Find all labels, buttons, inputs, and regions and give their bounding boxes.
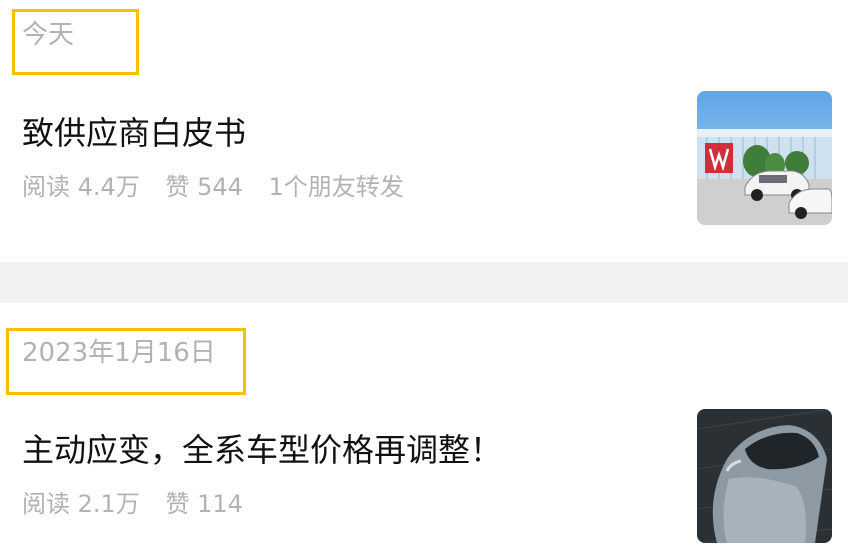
share-info: 1个朋友转发 bbox=[268, 173, 404, 201]
article-group-2023-01-16: 2023年1月16日 主动应变，全系车型价格再调整！ 阅读 2.1万 赞 114 bbox=[0, 303, 848, 558]
read-count: 阅读 2.1万 bbox=[22, 490, 140, 518]
thumbnail-image bbox=[697, 91, 832, 225]
article-meta: 阅读 2.1万 赞 114 bbox=[22, 489, 261, 519]
article-title[interactable]: 致供应商白皮书 bbox=[22, 113, 246, 153]
car-top-thumbnail[interactable] bbox=[697, 409, 832, 543]
section-divider bbox=[0, 262, 848, 303]
date-label: 今天 bbox=[22, 20, 75, 50]
article-meta: 阅读 4.4万 赞 544 1个朋友转发 bbox=[22, 172, 422, 202]
like-count: 赞 114 bbox=[165, 490, 243, 518]
article-group-today: 今天 致供应商白皮书 阅读 4.4万 赞 544 1个朋友转发 bbox=[0, 0, 848, 262]
thumbnail-image bbox=[697, 409, 832, 543]
date-label: 2023年1月16日 bbox=[22, 338, 216, 368]
like-count: 赞 544 bbox=[165, 173, 243, 201]
read-count: 阅读 4.4万 bbox=[22, 173, 140, 201]
building-cars-thumbnail[interactable] bbox=[697, 91, 832, 225]
article-title[interactable]: 主动应变，全系车型价格再调整！ bbox=[22, 430, 502, 470]
